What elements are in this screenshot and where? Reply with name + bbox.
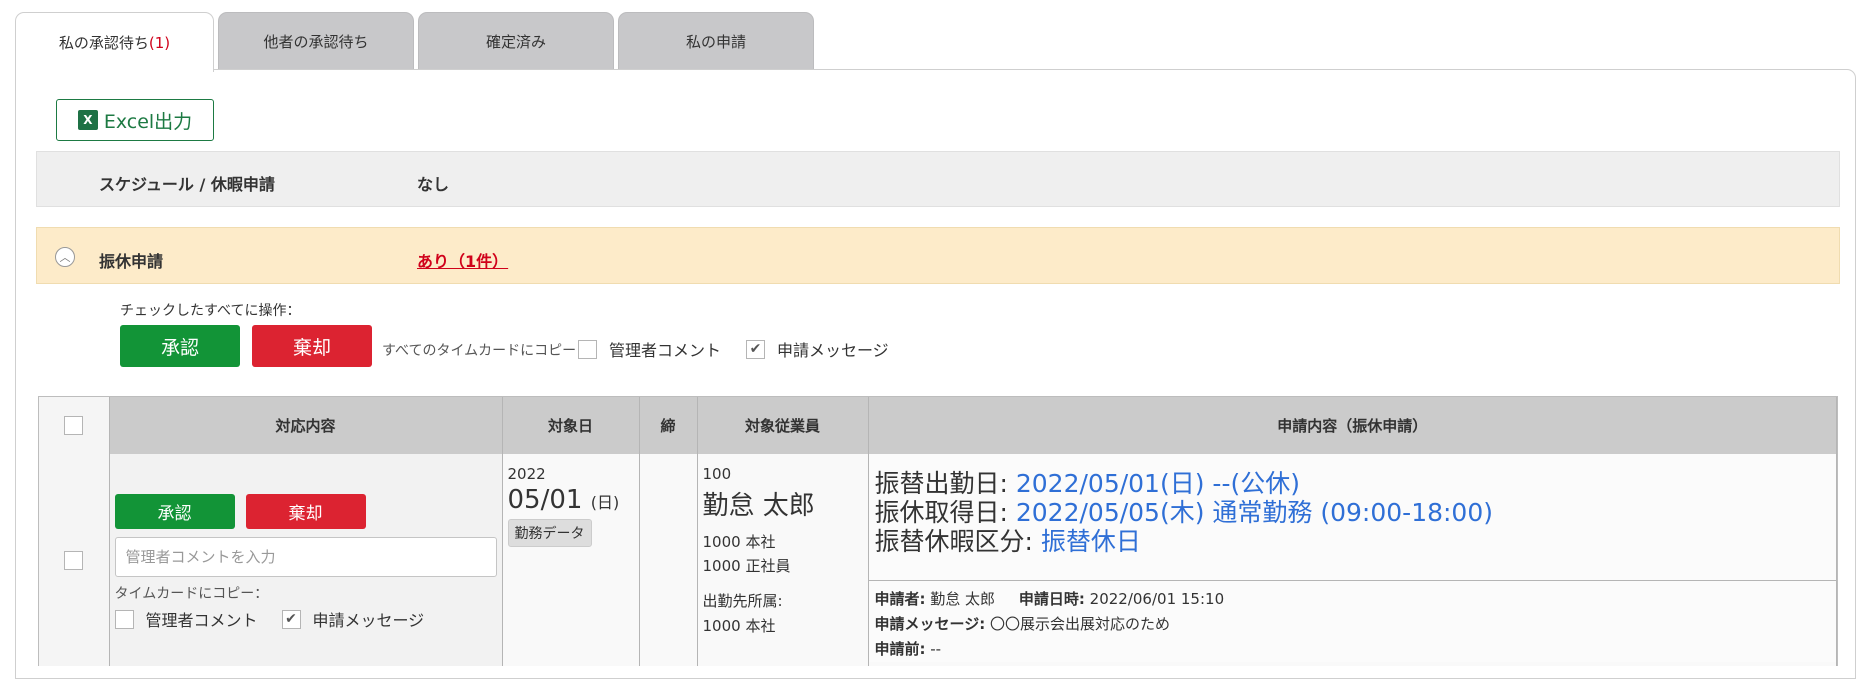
off-date-value: 2022/05/05(木) 通常勤務 (09:00-18:00) (1015, 498, 1493, 527)
applicant-line: 申請者: 勤怠 太郎 申請日時: 2022/06/01 15:10 (875, 587, 1837, 612)
excel-export-button[interactable]: X Excel出力 (56, 99, 214, 141)
bulk-copy-label: すべてのタイムカードにコピー： (382, 343, 591, 359)
applied-at-label: 申請日時: (1018, 590, 1085, 608)
work-place: 1000 本社 (702, 617, 776, 635)
target-month-day: 05/01 (日) (508, 485, 639, 515)
bulk-admin-comment-label: 管理者コメント (609, 341, 722, 360)
applied-at-value: 2022/06/01 15:10 (1084, 590, 1225, 608)
work-date-line: 振替出勤日: 2022/05/01(日) --(公休) (875, 469, 1837, 498)
furikyu-row: ︿ 振休申請 あり（1件） (36, 227, 1840, 284)
closing-cell (639, 454, 698, 666)
select-all-header (39, 397, 110, 454)
tab-my-pending[interactable]: 私の承認待ち (1) (15, 12, 214, 72)
message-value: 〇〇展示会出展対応のため (985, 615, 1170, 633)
excel-export-label: Excel出力 (103, 110, 193, 133)
admin-comment-input[interactable] (114, 537, 497, 577)
table-row: 承認 棄却 タイムカードにコピー： 管理者コメント ✔ 申請メッセージ 2022 (39, 454, 1837, 666)
schedule-leave-value: なし (417, 175, 450, 194)
bulk-approve-button[interactable]: 承認 (120, 325, 240, 367)
schedule-leave-row: スケジュール / 休暇申請 なし (36, 151, 1840, 207)
before-label: 申請前: (874, 640, 926, 658)
applicant-value: 勤怠 太郎 (925, 590, 996, 608)
row-select-cell (39, 454, 110, 666)
select-all-checkbox[interactable] (64, 416, 84, 435)
tab-my-pending-label: 私の承認待ち (58, 34, 149, 52)
row-select-checkbox[interactable] (64, 550, 84, 570)
applicant-label: 申請者: (874, 590, 926, 608)
row-admin-comment-option[interactable]: 管理者コメント (114, 607, 258, 631)
tab-my-requests-label: 私の申請 (685, 33, 746, 51)
header-target-date: 対象日 (502, 397, 640, 454)
before-value: -- (925, 640, 942, 658)
message-label: 申請メッセージ: (874, 615, 986, 633)
row-admin-comment-checkbox[interactable] (114, 609, 134, 629)
furikyu-label: 振休申請 (99, 252, 164, 271)
off-date-line: 振休取得日: 2022/05/05(木) 通常勤務 (09:00-18:00) (875, 498, 1837, 527)
row-copy-label: タイムカードにコピー： (114, 586, 269, 602)
bulk-admin-comment-option[interactable]: 管理者コメント (578, 337, 721, 361)
bulk-action-label: チェックしたすべてに操作： (120, 303, 301, 319)
request-meta: 申請者: 勤怠 太郎 申請日時: 2022/06/01 15:10 申請メッセー… (868, 581, 1837, 662)
employee-dept: 1000 本社 1000 正社員 (703, 530, 868, 578)
kind-value: 振替休日 (1040, 527, 1141, 556)
row-approve-button[interactable]: 承認 (114, 494, 235, 529)
target-dow: (日) (590, 493, 620, 512)
row-reject-button[interactable]: 棄却 (245, 494, 366, 529)
bulk-request-message-label: 申請メッセージ (777, 341, 889, 360)
tab-my-requests[interactable]: 私の申請 (618, 12, 814, 70)
bulk-request-message-checkbox[interactable]: ✔ (746, 339, 765, 359)
work-date-value: 2022/05/01(日) --(公休) (1015, 469, 1300, 498)
before-line: 申請前: -- (875, 637, 1837, 662)
chevron-up-icon[interactable]: ︿ (55, 247, 75, 267)
excel-icon: X (77, 110, 98, 130)
employee-id: 100 (702, 465, 732, 483)
employee-cell: 100 勤怠 太郎 1000 本社 1000 正社員 出勤先所属: 1000 本… (697, 454, 869, 666)
row-actions-cell: 承認 棄却 タイムカードにコピー： 管理者コメント ✔ 申請メッセージ (109, 454, 503, 666)
header-closing: 締 (639, 397, 698, 454)
kind-line: 振替休暇区分: 振替休日 (875, 527, 1837, 556)
bulk-reject-button[interactable]: 棄却 (252, 325, 372, 367)
row-admin-comment-label: 管理者コメント (145, 611, 258, 630)
schedule-leave-label: スケジュール / 休暇申請 (99, 175, 275, 194)
header-action: 対応内容 (109, 397, 503, 454)
off-date-label: 振休取得日: (874, 498, 1016, 527)
employee-dept-2: 1000 正社員 (702, 557, 791, 575)
employee-dept-1: 1000 本社 (702, 533, 776, 551)
furikyu-count-link[interactable]: あり（1件） (417, 248, 508, 272)
bulk-request-message-option[interactable]: ✔ 申請メッセージ (746, 337, 889, 361)
target-year: 2022 (507, 465, 546, 483)
tab-confirmed[interactable]: 確定済み (418, 12, 614, 70)
header-request-content: 申請内容（振休申請） (868, 397, 1837, 454)
tab-others-pending-label: 他者の承認待ち (263, 33, 369, 51)
tab-others-pending[interactable]: 他者の承認待ち (218, 12, 414, 70)
request-table: 対応内容 対象日 締 対象従業員 申請内容（振休申請） 承認 棄却 タイムカード… (38, 396, 1838, 666)
row-request-message-option[interactable]: ✔ 申請メッセージ (281, 607, 425, 631)
header-employee: 対象従業員 (697, 397, 869, 454)
work-date-label: 振替出勤日: (874, 469, 1016, 498)
employee-name: 勤怠 太郎 (702, 491, 815, 521)
target-md-value: 05/01 (507, 485, 583, 515)
work-place-label: 出勤先所属: (702, 592, 783, 610)
target-date-cell: 2022 05/01 (日) 勤務データ (502, 454, 640, 666)
tab-confirmed-label: 確定済み (485, 33, 546, 51)
kind-label: 振替休暇区分: (874, 527, 1041, 556)
message-line: 申請メッセージ: 〇〇展示会出展対応のため (875, 612, 1837, 637)
row-request-message-label: 申請メッセージ (312, 611, 425, 630)
request-details: 振替出勤日: 2022/05/01(日) --(公休) 振休取得日: 2022/… (868, 454, 1837, 581)
pending-count: (1) (148, 33, 171, 52)
row-request-message-checkbox[interactable]: ✔ (281, 609, 301, 629)
request-content-cell: 振替出勤日: 2022/05/01(日) --(公休) 振休取得日: 2022/… (868, 454, 1837, 666)
work-data-badge[interactable]: 勤務データ (507, 519, 592, 547)
bulk-admin-comment-checkbox[interactable] (578, 339, 597, 359)
